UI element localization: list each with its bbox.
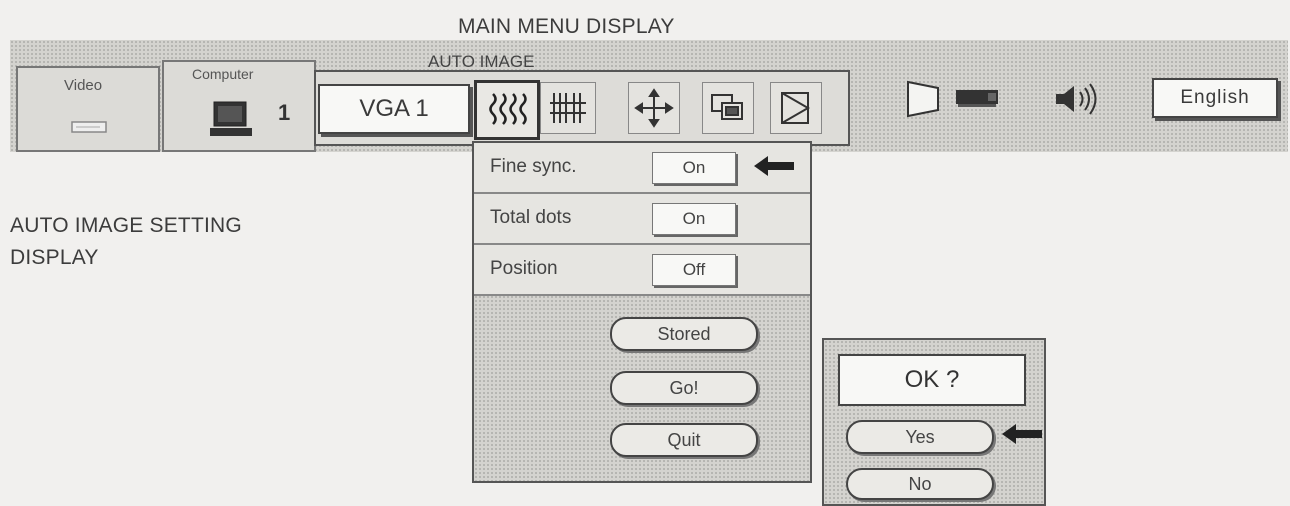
tab-computer[interactable]: Computer 1 [162, 60, 316, 152]
computer-tab-label: Computer [192, 66, 254, 82]
computer-number: 1 [278, 100, 291, 125]
fine-sync-label: Fine sync. [490, 156, 577, 177]
video-icon [70, 114, 110, 141]
total-dots-label: Total dots [490, 207, 572, 228]
tab-video[interactable]: Video [16, 66, 160, 152]
stored-button[interactable]: Stored [610, 317, 758, 351]
selection-arrow-icon [1000, 422, 1044, 451]
auto-image-setting-panel: Fine sync. On Total dots On Position Off… [472, 141, 812, 483]
keystone-icon[interactable] [904, 78, 944, 125]
computer-icon [208, 100, 254, 145]
yes-button[interactable]: Yes [846, 420, 994, 454]
video-tab-label: Video [64, 77, 103, 94]
auto-image-label: AUTO IMAGE [428, 52, 535, 71]
language-button[interactable]: English [1152, 78, 1278, 118]
fine-sync-row[interactable]: Fine sync. On [474, 143, 810, 194]
position-value[interactable]: Off [652, 254, 736, 286]
total-dots-value[interactable]: On [652, 203, 736, 235]
sound-icon[interactable] [1052, 82, 1102, 121]
total-dots-row[interactable]: Total dots On [474, 194, 810, 245]
language-label: English [1180, 87, 1250, 108]
selection-arrow-icon [752, 154, 796, 183]
fine-sync-value[interactable]: On [652, 152, 736, 184]
auto-image-setting-caption-line1: AUTO IMAGE SETTING [10, 214, 242, 237]
input-source-label: VGA 1 [359, 95, 429, 122]
no-button[interactable]: No [846, 468, 994, 500]
input-source-display[interactable]: VGA 1 [318, 84, 470, 134]
screen-icon[interactable] [702, 82, 754, 134]
pc-adjust-icon[interactable] [540, 82, 596, 134]
auto-image-setting-caption-line2: DISPLAY [10, 246, 99, 269]
image-adjust-icon[interactable] [770, 82, 822, 134]
projector-icon[interactable] [952, 86, 1004, 115]
go-button[interactable]: Go! [610, 371, 758, 405]
position-row[interactable]: Position Off [474, 245, 810, 296]
main-menu-caption: MAIN MENU DISPLAY [458, 15, 675, 38]
quit-button[interactable]: Quit [610, 423, 758, 457]
image-select-icon[interactable] [628, 82, 680, 134]
position-label: Position [490, 258, 558, 279]
confirm-prompt: OK ? [838, 354, 1026, 406]
auto-image-icon[interactable] [474, 80, 540, 140]
